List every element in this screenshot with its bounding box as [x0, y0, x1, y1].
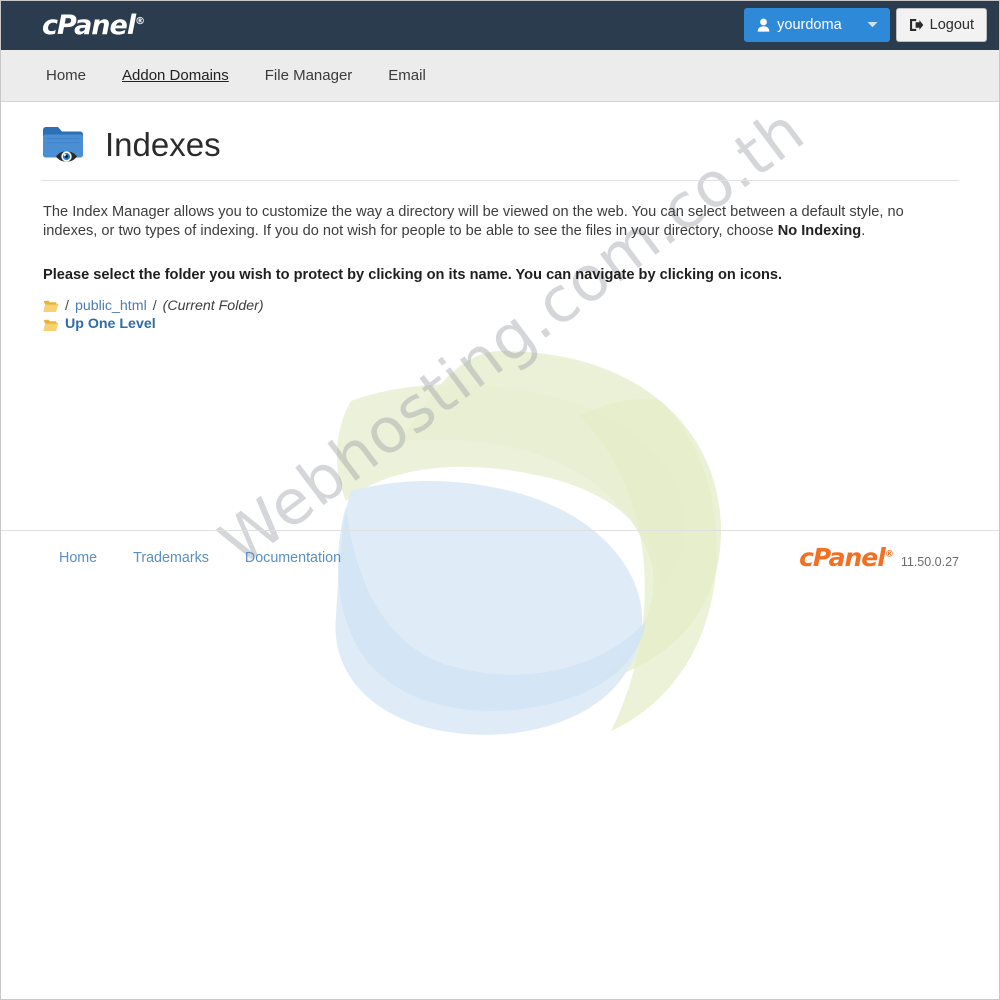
breadcrumb-trailing-separator: /: [152, 297, 157, 314]
footer-links: Home Trademarks Documentation: [41, 550, 341, 566]
user-icon: [757, 18, 770, 32]
page-title: Indexes: [105, 125, 221, 163]
primary-navigation: Home Addon Domains File Manager Email: [1, 50, 999, 102]
footer-link-trademarks[interactable]: Trademarks: [133, 550, 209, 566]
user-menu-button[interactable]: yourdoma: [744, 8, 890, 42]
description-text-1: The Index Manager allows you to customiz…: [43, 204, 904, 239]
breadcrumb-folder-link[interactable]: public_html: [75, 297, 147, 316]
cpanel-footer-logo-text: cPanel: [799, 543, 886, 573]
footer-link-documentation[interactable]: Documentation: [245, 550, 341, 566]
nav-item-email[interactable]: Email: [388, 67, 426, 85]
footer-brand-area: cPanel® 11.50.0.27: [799, 543, 959, 572]
folder-open-icon[interactable]: [43, 318, 59, 332]
current-folder-label: (Current Folder): [162, 297, 264, 314]
breadcrumb: / public_html / (Current Folder): [43, 297, 959, 316]
nav-item-home[interactable]: Home: [46, 67, 86, 85]
cpanel-logo-text: cPanel: [42, 10, 136, 41]
up-one-level-link[interactable]: Up One Level: [65, 315, 156, 334]
breadcrumb-root-separator: /: [65, 297, 69, 314]
page-root: Webhosting.com.co.th cPanel® yourdoma Lo…: [0, 0, 1000, 1000]
up-one-level-row[interactable]: Up One Level: [43, 315, 959, 334]
chevron-down-icon: [867, 20, 878, 31]
title-divider: [41, 180, 959, 181]
version-label: 11.50.0.27: [900, 555, 959, 570]
cpanel-footer-logo-tm: ®: [884, 550, 894, 561]
logout-label: Logout: [929, 17, 974, 33]
page-header: Indexes: [41, 102, 959, 180]
page-footer: Home Trademarks Documentation cPanel® 11…: [1, 529, 999, 585]
nav-item-addon-domains[interactable]: Addon Domains: [122, 67, 229, 85]
page-description: The Index Manager allows you to customiz…: [43, 203, 959, 241]
selection-instruction: Please select the folder you wish to pro…: [43, 266, 783, 283]
description-text-2: .: [861, 222, 866, 239]
folder-eye-icon: [41, 122, 91, 166]
cpanel-logo: cPanel®: [42, 10, 145, 41]
top-header-bar: cPanel® yourdoma Logout: [1, 1, 999, 50]
main-content: Indexes The Index Manager allows you to …: [1, 102, 999, 530]
folder-open-icon[interactable]: [43, 299, 59, 313]
cpanel-footer-logo: cPanel®: [799, 543, 894, 573]
user-menu-label: yourdoma: [777, 17, 842, 33]
folder-navigation-list: / public_html / (Current Folder) Up One …: [43, 297, 959, 334]
logout-icon: [909, 18, 924, 32]
cpanel-logo-tm: ®: [135, 16, 145, 27]
footer-link-home[interactable]: Home: [59, 550, 97, 566]
description-emphasis: No Indexing: [777, 222, 862, 239]
logout-button[interactable]: Logout: [895, 8, 987, 42]
nav-item-file-manager[interactable]: File Manager: [265, 67, 353, 85]
header-actions: yourdoma Logout: [744, 8, 987, 42]
